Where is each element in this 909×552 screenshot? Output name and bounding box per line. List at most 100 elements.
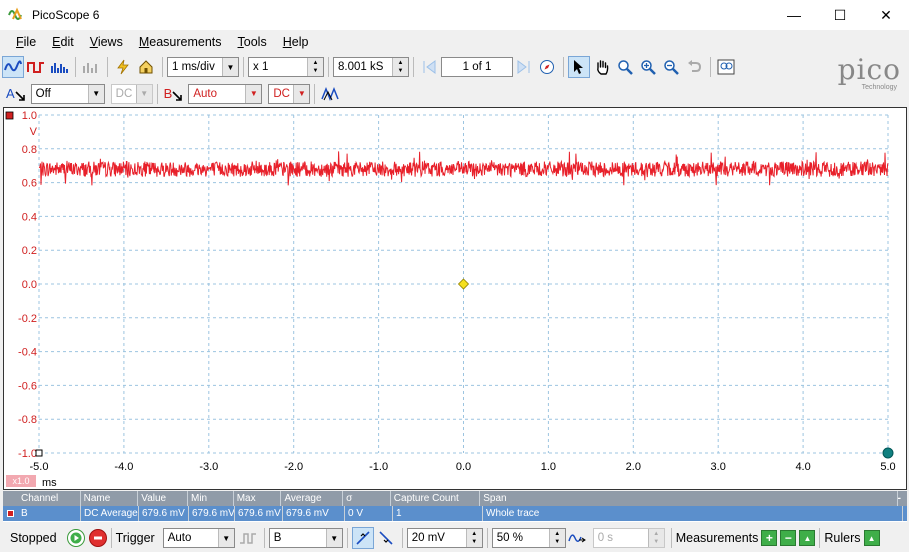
menu-edit[interactable]: Edit	[44, 35, 82, 49]
zoom-overview-icon[interactable]	[715, 56, 737, 78]
persistence-mode-icon[interactable]	[25, 56, 47, 78]
falling-edge-icon[interactable]	[375, 527, 397, 549]
column-header[interactable]: Name	[81, 491, 139, 506]
channel-b-coupling-select[interactable]: DC ▼	[268, 83, 311, 104]
menu-tools[interactable]: Tools	[230, 35, 275, 49]
zoom-stepper[interactable]: x 1 ▲ ▼	[248, 57, 324, 77]
column-header[interactable]: Span	[480, 491, 898, 506]
y-tick-label: -1.0	[18, 448, 37, 460]
stop-button[interactable]	[88, 529, 107, 547]
y-tick-label: 1.0	[22, 110, 37, 122]
signal-generator-icon[interactable]	[319, 83, 341, 105]
collapse-table-icon[interactable]: -	[898, 493, 907, 504]
delete-measurement-button[interactable]: −	[780, 530, 797, 546]
x-tick-label: -1.0	[369, 461, 388, 473]
y-tick-label: -0.2	[18, 313, 37, 325]
channel-b-trace	[38, 151, 889, 186]
channel-a-range-value: Off	[35, 87, 51, 100]
mso-mode-icon	[80, 56, 102, 78]
column-header[interactable]: Average	[281, 491, 344, 506]
menu-file[interactable]: File	[8, 35, 44, 49]
column-header[interactable]: Channel	[3, 491, 81, 506]
zoom-select-icon[interactable]	[614, 56, 636, 78]
column-header[interactable]: σ	[343, 491, 391, 506]
channel-b-axis-marker[interactable]	[5, 111, 14, 120]
column-header[interactable]: Capture Count	[391, 491, 481, 506]
pretrigger-stepper[interactable]: 50 % ▲ ▼	[491, 528, 566, 548]
add-measurement-button[interactable]: +	[761, 530, 778, 546]
channel-b-range-select[interactable]: Auto ▼	[188, 83, 263, 104]
x-tick-label: 5.0	[880, 461, 895, 473]
zoom-out-icon[interactable]	[660, 56, 682, 78]
y-tick-label: 0.8	[22, 144, 37, 156]
undo-zoom-icon	[683, 56, 705, 78]
channel-b-label: B	[163, 86, 173, 101]
trigger-marker[interactable]	[457, 278, 470, 290]
hand-tool-icon[interactable]	[591, 56, 613, 78]
channel-toolbar: A Off ▼ DC ▼ B Auto ▼ DC ▼	[0, 81, 909, 106]
minimize-button[interactable]: —	[771, 0, 817, 30]
previous-capture-icon[interactable]	[418, 56, 440, 78]
scope-mode-icon[interactable]	[2, 56, 24, 78]
trigger-mode-value: Auto	[167, 532, 192, 544]
table-cell: 679.6 mV	[283, 506, 345, 521]
channel-a-coupling-value: DC	[115, 87, 133, 100]
channel-b-coupling-value: DC	[273, 87, 290, 100]
start-button[interactable]	[66, 529, 85, 547]
scope-view[interactable]: -5.0 -4.0 -3.0 -2.0 -1.0 0.0 1.0 2.0 3.0 4.0 5.0 1.…	[3, 107, 907, 490]
column-header[interactable]: Value	[138, 491, 188, 506]
trigger-channel-select[interactable]: B ▼	[268, 528, 343, 548]
menu-views[interactable]: Views	[82, 35, 131, 49]
spectrum-mode-icon[interactable]	[48, 56, 70, 78]
rulers-toggle-button[interactable]: ▲	[863, 530, 880, 546]
table-cell: 679.6 mV	[189, 506, 235, 521]
next-capture-icon[interactable]	[513, 56, 535, 78]
trigger-delay-value: 0 s	[597, 532, 614, 544]
pointer-tool-icon[interactable]	[568, 56, 590, 78]
ruler-handle-left[interactable]	[35, 449, 43, 457]
play-icon	[70, 532, 82, 544]
scope-graph[interactable]: -5.0 -4.0 -3.0 -2.0 -1.0 0.0 1.0 2.0 3.0 4.0 5.0 1.…	[4, 108, 906, 489]
spin-arrows-icon: ▲ ▼	[548, 529, 565, 547]
y-tick-label: 0.6	[22, 178, 37, 190]
capture-index-field[interactable]: 1 of 1	[441, 57, 513, 77]
channel-a-options-button[interactable]: A	[6, 86, 25, 101]
timebase-select[interactable]: 1 ms/div ▼	[167, 57, 239, 77]
rising-edge-icon[interactable]	[351, 527, 374, 549]
table-row[interactable]: B DC Average 679.6 mV 679.6 mV 679.6 mV 679.6…	[3, 506, 907, 521]
x-tick-label: 1.0	[541, 461, 556, 473]
menu-bar: File Edit Views Measurements Tools Help	[0, 31, 909, 53]
close-button[interactable]: ✕	[863, 0, 909, 30]
buffer-navigator-icon[interactable]	[536, 56, 558, 78]
trigger-mode-select[interactable]: Auto ▼	[162, 528, 235, 548]
ruler-handle-right[interactable]	[882, 447, 894, 459]
trigger-threshold-stepper[interactable]: 20 mV ▲ ▼	[406, 528, 483, 548]
window-title: PicoScope 6	[32, 8, 100, 22]
channel-a-coupling-select: DC ▼	[110, 83, 153, 104]
samples-value: 8.001 kS	[338, 61, 384, 73]
menu-measurements[interactable]: Measurements	[131, 35, 230, 49]
y-tick-label: -0.6	[18, 380, 37, 392]
y-tick-label: -0.4	[18, 347, 37, 359]
channel-b-options-button[interactable]: B	[164, 86, 183, 101]
main-toolbar: 1 ms/div ▼ x 1 ▲ ▼ 8.001 kS ▲ ▼ 1 of 1	[0, 54, 909, 80]
edit-measurement-button[interactable]: ▲	[799, 530, 816, 546]
x-tick-label: -4.0	[114, 461, 133, 473]
maximize-button[interactable]: ☐	[817, 0, 863, 30]
auto-setup-icon[interactable]	[112, 56, 134, 78]
column-header[interactable]: Max	[234, 491, 282, 506]
post-trigger-delay-icon[interactable]	[566, 527, 588, 549]
spin-arrows-icon: ▲ ▼	[392, 58, 408, 76]
trigger-delay-stepper: 0 s ▲ ▼	[592, 528, 665, 548]
channel-a-label: A	[6, 86, 15, 101]
y-tick-label: -0.8	[18, 414, 37, 426]
triangle-up-icon: ▲	[867, 533, 876, 543]
channel-options-arrow-icon	[15, 91, 25, 101]
chevron-down-icon: ▼	[135, 84, 152, 103]
channel-a-range-select[interactable]: Off ▼	[30, 83, 105, 104]
menu-help[interactable]: Help	[275, 35, 317, 49]
samples-stepper[interactable]: 8.001 kS ▲ ▼	[333, 57, 409, 77]
column-header[interactable]: Min	[188, 491, 234, 506]
default-setup-home-icon[interactable]	[135, 56, 157, 78]
zoom-in-icon[interactable]	[637, 56, 659, 78]
